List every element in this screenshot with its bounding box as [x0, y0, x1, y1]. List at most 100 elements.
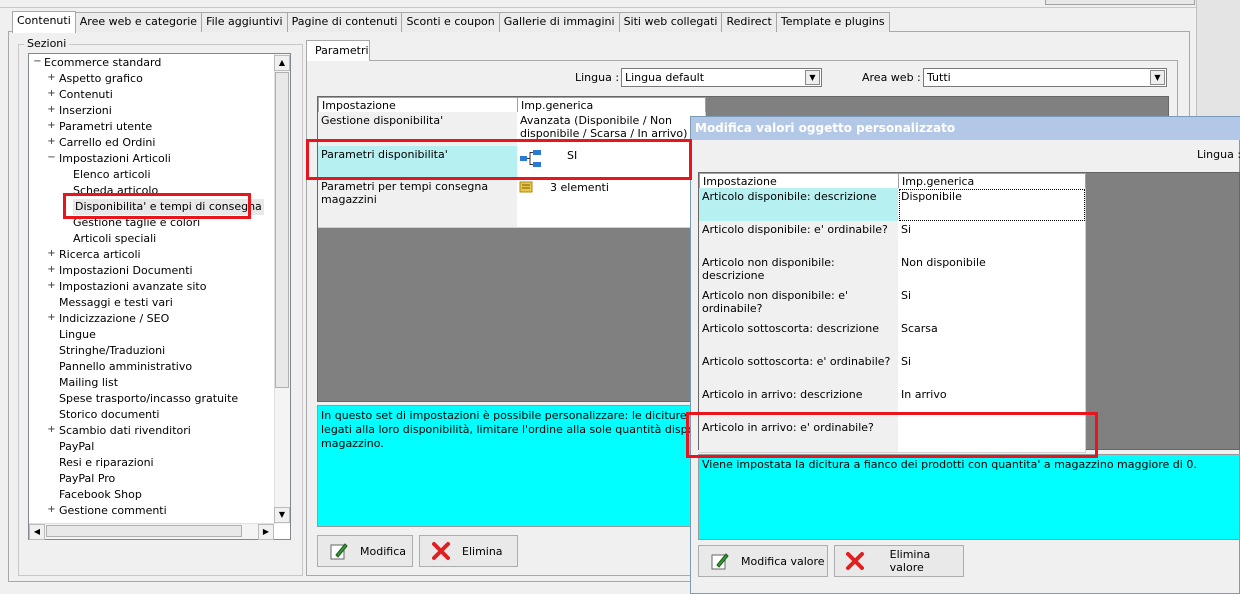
modifica-valore-button[interactable]: Modifica valore [698, 545, 828, 577]
tab-redirect[interactable]: Redirect [721, 12, 777, 32]
tree-item[interactable]: Inserzioni [59, 103, 112, 119]
collapse-icon[interactable]: − [33, 56, 42, 67]
expand-icon[interactable]: + [47, 104, 56, 115]
dialog-row-value[interactable]: Si [898, 287, 1086, 321]
modifica-valore-label: Modifica valore [741, 554, 825, 568]
dialog-row-value[interactable]: Si [898, 221, 1086, 255]
tree-vertical-thumb[interactable] [275, 72, 289, 388]
dialog-row-setting[interactable]: Articolo in arrivo: descrizione [699, 386, 899, 420]
collapse-icon[interactable]: − [47, 152, 56, 163]
tree-item[interactable]: Articoli speciali [73, 231, 156, 247]
tree-item[interactable]: Elenco articoli [73, 167, 151, 183]
tree-item[interactable]: Resi e riparazioni [59, 455, 154, 471]
dialog-row-setting[interactable]: Articolo sottoscorta: e' ordinabile? [699, 353, 899, 387]
tree-item[interactable]: Ecommerce standard [44, 55, 161, 71]
tree-item[interactable]: Parametri utente [59, 119, 152, 135]
tree-item[interactable]: Scheda articolo [73, 183, 158, 199]
tree-item[interactable]: Gestione commenti [59, 503, 167, 519]
expand-icon[interactable]: + [47, 136, 56, 147]
tab-gallerie-immagini[interactable]: Gallerie di immagini [498, 12, 620, 32]
top-strip-button[interactable] [1045, 0, 1195, 5]
dialog-lingua-label: Lingua : [1197, 148, 1240, 161]
tree-item[interactable]: Impostazioni avanzate sito [59, 279, 206, 295]
grid-row-value[interactable]: Avanzata (Disponibile / Non disponibile … [517, 112, 706, 147]
edit-pencil-icon [328, 540, 350, 562]
tree-item[interactable]: Disponibilita' e tempi di consegna [73, 199, 264, 215]
dialog-row-setting[interactable]: Articolo in arrivo: e' ordinabile? [699, 419, 899, 453]
expand-icon[interactable]: + [47, 504, 56, 515]
tab-aree-web[interactable]: Aree web e categorie [74, 12, 203, 32]
tree-item[interactable]: Spese trasporto/incasso gratuite [59, 391, 238, 407]
chevron-down-icon: ▼ [805, 70, 820, 85]
scroll-right-button[interactable]: ▶ [258, 524, 274, 540]
expand-icon[interactable]: + [47, 72, 56, 83]
elimina-button[interactable]: Elimina [419, 535, 518, 567]
expand-icon[interactable]: + [47, 280, 56, 291]
expand-icon[interactable]: + [47, 424, 56, 435]
grid-row-setting[interactable]: Gestione disponibilita' [318, 112, 518, 147]
tab-pagine-contenuti[interactable]: Pagine di contenuti [286, 12, 403, 32]
tree-item[interactable]: Messaggi e testi vari [59, 295, 173, 311]
grid-row-setting[interactable]: Parametri disponibilita' [318, 146, 518, 179]
tree-item[interactable]: Pannello amministrativo [59, 359, 192, 375]
elimina-valore-button[interactable]: Elimina valore [834, 545, 964, 577]
tree-item[interactable]: Indicizzazione / SEO [59, 311, 169, 327]
tab-file-aggiuntivi[interactable]: File aggiuntivi [201, 12, 288, 32]
grid-row-value[interactable]: SI [517, 146, 706, 179]
elimina-label: Elimina [462, 544, 503, 558]
scroll-left-button[interactable]: ◀ [29, 524, 45, 540]
tab-contenuti[interactable]: Contenuti [12, 11, 76, 33]
expand-icon[interactable]: + [47, 312, 56, 323]
expand-icon[interactable]: + [47, 88, 56, 99]
tree-item[interactable]: Mailing list [59, 375, 118, 391]
tree-item[interactable]: Gestione taglie e colori [73, 215, 200, 231]
dialog-title[interactable]: Modifica valori oggetto personalizzato [691, 117, 1240, 140]
tree-item[interactable]: Scambio dati rivenditori [59, 423, 191, 439]
dialog-row-setting[interactable]: Articolo disponibile: descrizione [699, 188, 899, 222]
tree-item[interactable]: PayPal Pro [59, 471, 115, 487]
tree-item[interactable]: Carrello ed Ordini [59, 135, 155, 151]
tree-item[interactable]: Stringhe/Traduzioni [59, 343, 165, 359]
dialog-row-setting[interactable]: Articolo non disponibile: e' ordinabile? [699, 287, 899, 321]
tab-template-plugins[interactable]: Template e plugins [775, 12, 890, 32]
tree-item[interactable]: Lingue [59, 327, 96, 343]
scroll-down-button[interactable]: ▼ [274, 507, 290, 523]
tree-item[interactable]: Impostazioni Documenti [59, 263, 193, 279]
tab-sconti-coupon[interactable]: Sconti e coupon [401, 12, 500, 32]
dialog-column-header-value: Imp.generica [898, 173, 1086, 189]
lingua-select[interactable]: Lingua default ▼ [621, 68, 822, 87]
folder-list-icon [519, 181, 533, 193]
tree-item[interactable]: PayPal [59, 439, 94, 455]
modifica-label: Modifica [360, 544, 406, 558]
dialog-row-setting[interactable]: Articolo sottoscorta: descrizione [699, 320, 899, 354]
expand-icon[interactable]: + [47, 248, 56, 259]
tree-horizontal-thumb[interactable] [46, 525, 242, 537]
dialog-row-value[interactable]: Non disponibile [898, 254, 1086, 288]
sections-tree[interactable]: − Ecommerce standard + Aspetto grafico + Cont… [28, 53, 291, 540]
tree-item[interactable]: Aspetto grafico [59, 71, 143, 87]
tree-item[interactable]: Ricerca articoli [59, 247, 141, 263]
dialog-row-value[interactable] [898, 419, 1086, 453]
area-web-select[interactable]: Tutti ▼ [923, 68, 1167, 87]
dialog-row-value[interactable]: Disponibile [898, 188, 1086, 222]
tab-siti-web-collegati[interactable]: Siti web collegati [618, 12, 723, 32]
dialog-row-setting[interactable]: Articolo non disponibile: descrizione [699, 254, 899, 288]
dialog-row-setting[interactable]: Articolo disponibile: e' ordinabile? [699, 221, 899, 255]
tree-structure-icon [520, 150, 541, 167]
grid-value-text: 3 elementi [550, 181, 609, 194]
dialog-row-value[interactable]: In arrivo [898, 386, 1086, 420]
delete-x-icon [430, 540, 452, 562]
tree-item[interactable]: Contenuti [59, 87, 113, 103]
tab-parametri[interactable]: Parametri [306, 40, 370, 61]
dialog-row-value[interactable]: Si [898, 353, 1086, 387]
tree-item[interactable]: Impostazioni Articoli [59, 151, 171, 167]
dialog-row-value[interactable]: Scarsa [898, 320, 1086, 354]
tree-item[interactable]: Storico documenti [59, 407, 159, 423]
modifica-button[interactable]: Modifica [317, 535, 413, 567]
expand-icon[interactable]: + [47, 120, 56, 131]
tree-item[interactable]: Facebook Shop [59, 487, 142, 503]
grid-row-value[interactable]: 3 elementi [517, 178, 706, 212]
expand-icon[interactable]: + [47, 264, 56, 275]
grid-row-setting[interactable]: Parametri per tempi consegna magazzini [318, 178, 518, 212]
scroll-up-button[interactable]: ▲ [274, 55, 290, 71]
